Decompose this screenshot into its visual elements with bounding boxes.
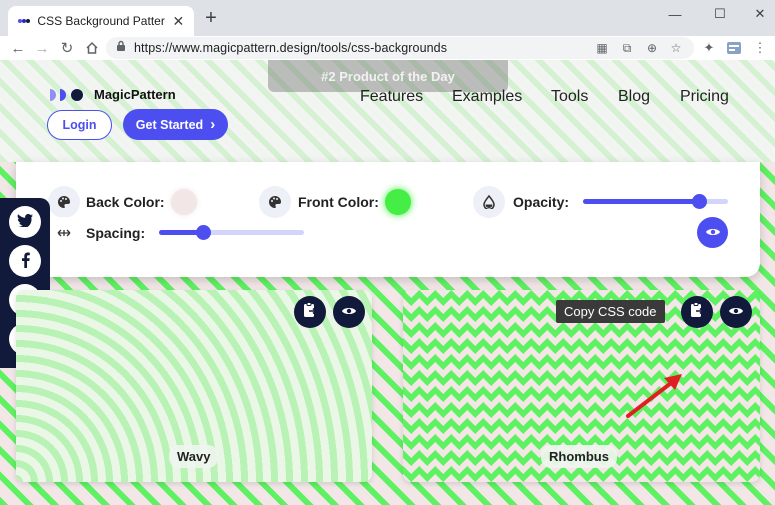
- magicpattern-favicon-icon: [16, 13, 31, 29]
- pattern-name-label: Wavy: [169, 445, 219, 468]
- forward-arrow-icon[interactable]: →: [30, 36, 54, 60]
- opacity-slider[interactable]: [583, 194, 728, 209]
- get-started-button[interactable]: Get Started ›: [123, 109, 228, 140]
- twitter-share-button[interactable]: [9, 206, 41, 238]
- copy-css-tooltip: Copy CSS code: [556, 300, 665, 323]
- zoom-icon[interactable]: ⊕: [644, 40, 660, 56]
- eye-icon: [728, 303, 744, 321]
- nav-blog[interactable]: Blog: [618, 88, 650, 106]
- profile-avatar-icon[interactable]: [724, 38, 744, 58]
- reload-icon[interactable]: ↻: [55, 36, 79, 60]
- opacity-slider-fill: [583, 199, 699, 204]
- lock-icon: [116, 39, 126, 57]
- extensions-puzzle-icon[interactable]: ✦: [699, 38, 719, 58]
- page-viewport: #2 Product of the Day MagicPattern Featu…: [0, 60, 775, 505]
- preview-eye-button[interactable]: [333, 296, 365, 328]
- chevron-right-icon: ›: [210, 116, 216, 133]
- pattern-controls-panel: Back Color: Front Color: Opacity: Spacin…: [16, 162, 760, 277]
- red-arrow-annotation-icon: [620, 370, 690, 425]
- front-color-label: Front Color:: [298, 194, 379, 210]
- browser-menu-icon[interactable]: ⋮: [750, 38, 770, 58]
- translate-icon[interactable]: ⧉: [619, 40, 635, 56]
- spacing-label: Spacing:: [86, 225, 146, 241]
- login-button[interactable]: Login: [47, 110, 112, 140]
- facebook-icon: [21, 252, 30, 271]
- home-icon[interactable]: [80, 36, 104, 60]
- palette-icon: [259, 186, 291, 218]
- preview-eye-button[interactable]: [697, 217, 728, 248]
- front-color-swatch[interactable]: [385, 189, 411, 215]
- get-started-label: Get Started: [135, 117, 204, 132]
- logo-mark-icon: [48, 88, 88, 102]
- copy-clipboard-icon: [303, 301, 318, 323]
- opacity-drop-icon: [473, 186, 505, 218]
- pattern-card-wavy[interactable]: Wavy: [16, 290, 372, 482]
- spacing-slider-thumb[interactable]: [196, 225, 211, 240]
- logo-text: MagicPattern: [94, 87, 176, 102]
- tab-title: CSS Background Patterns by M: [37, 14, 165, 28]
- eye-icon: [705, 224, 721, 242]
- eye-icon: [341, 303, 357, 321]
- url-text: https://www.magicpattern.design/tools/cs…: [134, 41, 448, 55]
- palette-icon: [48, 186, 80, 218]
- browser-titlebar: CSS Background Patterns by M ✕ + — ☐ ✕: [0, 0, 775, 36]
- nav-pricing[interactable]: Pricing: [680, 88, 729, 106]
- browser-toolbar: ← → ↻ https://www.magicpattern.design/to…: [0, 36, 775, 60]
- spacing-arrows-icon: [48, 217, 80, 249]
- opacity-label: Opacity:: [513, 194, 570, 210]
- opacity-slider-thumb[interactable]: [692, 194, 707, 209]
- nav-tools[interactable]: Tools: [551, 88, 588, 106]
- close-window-button[interactable]: ✕: [740, 0, 775, 28]
- copy-css-button[interactable]: [294, 296, 326, 328]
- preview-eye-button[interactable]: [720, 296, 752, 328]
- back-arrow-icon[interactable]: ←: [6, 36, 30, 60]
- twitter-icon: [17, 214, 33, 230]
- maximize-button[interactable]: ☐: [700, 0, 740, 28]
- magicpattern-logo[interactable]: MagicPattern: [48, 87, 176, 102]
- nav-features[interactable]: Features: [360, 88, 423, 106]
- nav-examples[interactable]: Examples: [452, 88, 522, 106]
- back-color-swatch[interactable]: [171, 189, 197, 215]
- copy-clipboard-icon: [690, 301, 705, 323]
- minimize-button[interactable]: —: [655, 0, 695, 28]
- back-color-label: Back Color:: [86, 194, 165, 210]
- new-tab-button[interactable]: +: [200, 8, 222, 30]
- browser-tab[interactable]: CSS Background Patterns by M ✕: [8, 6, 194, 36]
- spacing-slider[interactable]: [159, 225, 304, 240]
- bookmark-star-icon[interactable]: ☆: [668, 40, 684, 56]
- facebook-share-button[interactable]: [9, 245, 41, 277]
- qr-code-icon[interactable]: ▦: [594, 40, 610, 56]
- pattern-name-label: Rhombus: [541, 445, 617, 468]
- copy-css-button[interactable]: [681, 296, 713, 328]
- tab-close-icon[interactable]: ✕: [171, 13, 186, 30]
